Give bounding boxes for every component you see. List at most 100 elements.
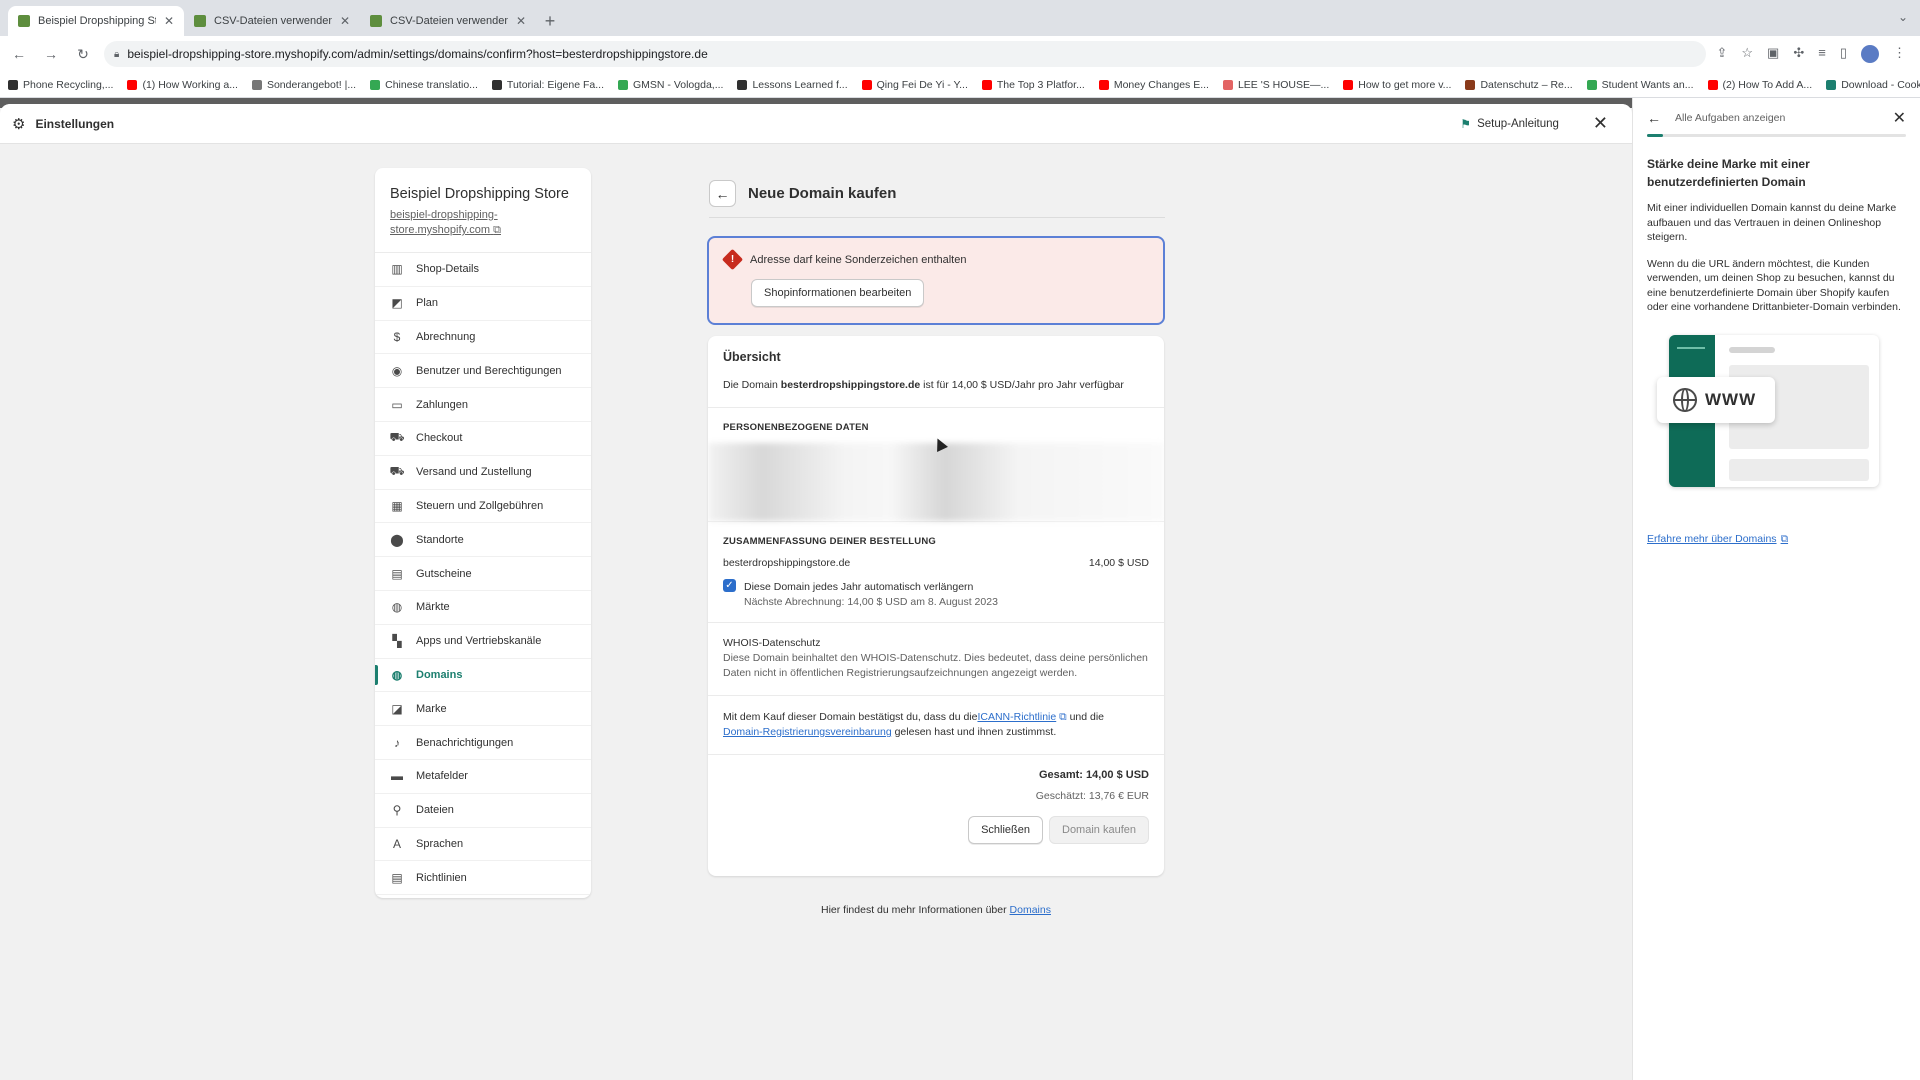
reading-list-icon[interactable]: ≡ [1818,45,1826,63]
tab-title: Beispiel Dropshipping Store · S [38,15,156,27]
back-button[interactable]: ← [709,180,736,207]
shopify-favicon-icon [194,15,206,27]
bookmark-item[interactable]: (1) How Working a... [127,79,238,91]
panel-header: ← Alle Aufgaben anzeigen ✕ [1633,104,1920,132]
bookmark-item[interactable]: The Top 3 Platfor... [981,79,1085,91]
domains-help-link[interactable]: Domains [1010,904,1051,916]
order-line-item: besterdropshippingstore.de 14,00 $ USD [723,557,1149,569]
close-settings-icon[interactable]: ✕ [1593,113,1608,134]
new-tab-button[interactable]: + [536,6,564,36]
bookmark-label: Sonderangebot! |... [266,78,357,91]
learn-more-link[interactable]: Erfahre mehr über Domains ⧉ [1647,533,1906,546]
personal-data-section: PERSONENBEZOGENE DATEN [708,408,1164,522]
error-message: Adresse darf keine Sonderzeichen enthalt… [750,253,967,266]
bookmark-label: Qing Fei De Yi - Y... [876,78,968,91]
tab-search-chevron-icon[interactable]: ⌄ [1898,10,1908,24]
puzzle-icon[interactable]: ✣ [1793,45,1804,63]
nav-item-domains[interactable]: ◍ Domains [375,659,591,693]
bookmark-item[interactable]: GMSN - Vologda,... [618,79,723,91]
nav-item-plan[interactable]: ◩ Plan [375,287,591,321]
language-icon: A [392,836,401,851]
bookmark-item[interactable]: Money Changes E... [1098,79,1209,91]
profile-avatar[interactable] [1861,45,1879,63]
nav-item-standorte[interactable]: ⬤ Standorte [375,523,591,558]
registration-agreement-link[interactable]: Domain-Registrierungsvereinbarung [723,726,892,738]
bookmark-favicon-icon [1826,79,1837,90]
nav-item-label: Versand und Zustellung [416,466,532,479]
bookmark-label: LEE 'S HOUSE—... [1237,78,1330,91]
all-tasks-link[interactable]: Alle Aufgaben anzeigen [1675,112,1879,124]
bookmark-favicon-icon [491,79,502,90]
browser-tab-2[interactable]: CSV-Dateien verwenden, um P ✕ [360,6,536,36]
browser-menu-icon[interactable]: ⋮ [1893,45,1906,63]
globe-icon [1673,387,1697,412]
blurred-personal-data [708,443,1164,521]
cart-icon: ⛟ [389,430,405,445]
tab-close-icon[interactable]: ✕ [340,14,350,28]
close-panel-icon[interactable]: ✕ [1893,108,1906,128]
bookmark-star-icon[interactable]: ☆ [1741,45,1753,63]
bookmark-item[interactable]: Tutorial: Eigene Fa... [491,79,604,91]
external-link-icon: ⧉ [1059,711,1067,723]
tab-close-icon[interactable]: ✕ [164,14,174,28]
billing-icon: $ [393,329,401,344]
footer-note: Hier findest du mehr Informationen über … [821,904,1051,916]
back-arrow-icon[interactable]: ← [8,46,30,62]
nav-item-benachrichtigungen[interactable]: ♪ Benachrichtigungen [375,726,591,760]
bookmark-item[interactable]: How to get more v... [1343,79,1451,91]
buy-domain-button[interactable]: Domain kaufen [1049,816,1149,844]
url-text: beispiel-dropshipping-store.myshopify.co… [127,47,708,61]
bookmark-item[interactable]: Sonderangebot! |... [251,78,357,91]
edit-shop-info-button[interactable]: Shopinformationen bearbeiten [751,279,925,307]
nav-item-benutzer-und-berechtigungen[interactable]: ◉ Benutzer und Berechtigungen [375,354,591,389]
nav-item-shop-details[interactable]: ▥ Shop-Details [375,253,591,287]
icann-policy-link[interactable]: ICANN-Richtlinie [977,711,1056,723]
alert-diamond-icon: ! [721,248,744,271]
nav-item-marke[interactable]: ◪ Marke [375,692,591,727]
nav-item-checkout[interactable]: ⛟ Checkout [375,422,591,456]
order-item-price: 14,00 $ USD [1088,557,1149,569]
whois-text: Diese Domain beinhaltet den WHOIS-Datens… [723,652,1148,679]
nav-item-label: Richtlinien [416,871,467,884]
store-url-link[interactable]: beispiel-dropshipping-store.myshopify.co… [390,208,576,238]
arrow-left-icon[interactable]: ← [1647,110,1661,126]
nav-item-zahlungen[interactable]: ▭ Zahlungen [375,388,591,422]
setup-guide-button[interactable]: ⚑ Setup-Anleitung [1460,117,1559,131]
shopify-favicon-icon [18,15,30,27]
nav-item-versand-und-zustellung[interactable]: ⛟ Versand und Zustellung [375,456,591,490]
nav-item-steuern-und-zollgebühren[interactable]: ▦ Steuern und Zollgebühren [375,490,591,524]
bookmark-item[interactable]: Download - Cooki... [1826,79,1920,91]
plan-icon: ◩ [391,296,403,311]
bookmark-item[interactable]: Chinese translatio... [370,79,478,91]
bookmark-item[interactable]: Datenschutz – Re... [1465,78,1573,91]
extension-icon[interactable]: ▣ [1767,45,1779,63]
bookmark-item[interactable]: Phone Recycling,... [8,79,113,91]
bookmark-item[interactable]: Qing Fei De Yi - Y... [861,78,968,91]
auto-renew-checkbox[interactable]: ✓ [723,579,736,592]
forward-arrow-icon[interactable]: → [40,46,62,62]
close-button[interactable]: Schließen [968,816,1043,844]
bookmark-item[interactable]: Student Wants an... [1586,79,1694,91]
nav-item-metafelder[interactable]: ▬ Metafelder [375,760,591,794]
reload-icon[interactable]: ↻ [72,46,94,63]
address-bar[interactable]: 🔒︎ beispiel-dropshipping-store.myshopify… [104,41,1707,67]
nav-item-richtlinien[interactable]: ▤ Richtlinien [375,861,591,896]
globe-icon: ◍ [391,600,403,615]
bookmark-label: Datenschutz – Re... [1480,78,1573,91]
apps-icon: ▚ [392,634,402,649]
nav-item-apps-und-vertriebskanäle[interactable]: ▚ Apps und Vertriebskanäle [375,625,591,659]
bookmark-item[interactable]: (2) How To Add A... [1707,79,1812,91]
sidebar-icon[interactable]: ▯ [1840,45,1847,63]
bookmark-item[interactable]: Lessons Learned f... [737,79,848,91]
nav-item-abrechnung[interactable]: $ Abrechnung [375,321,591,355]
bookmark-item[interactable]: LEE 'S HOUSE—... [1222,78,1330,91]
purchase-summary-card: Übersicht Die Domain besterdropshippings… [708,336,1164,876]
tab-close-icon[interactable]: ✕ [516,14,526,28]
nav-item-gutscheine[interactable]: ▤ Gutscheine [375,557,591,591]
nav-item-dateien[interactable]: ⚲ Dateien [375,794,591,828]
browser-tab-1[interactable]: CSV-Dateien verwenden, um P ✕ [184,6,360,36]
share-icon[interactable]: ⇪ [1716,45,1727,63]
browser-tab-0[interactable]: Beispiel Dropshipping Store · S ✕ [8,6,184,36]
nav-item-märkte[interactable]: ◍ Märkte [375,591,591,625]
nav-item-sprachen[interactable]: A Sprachen [375,828,591,862]
